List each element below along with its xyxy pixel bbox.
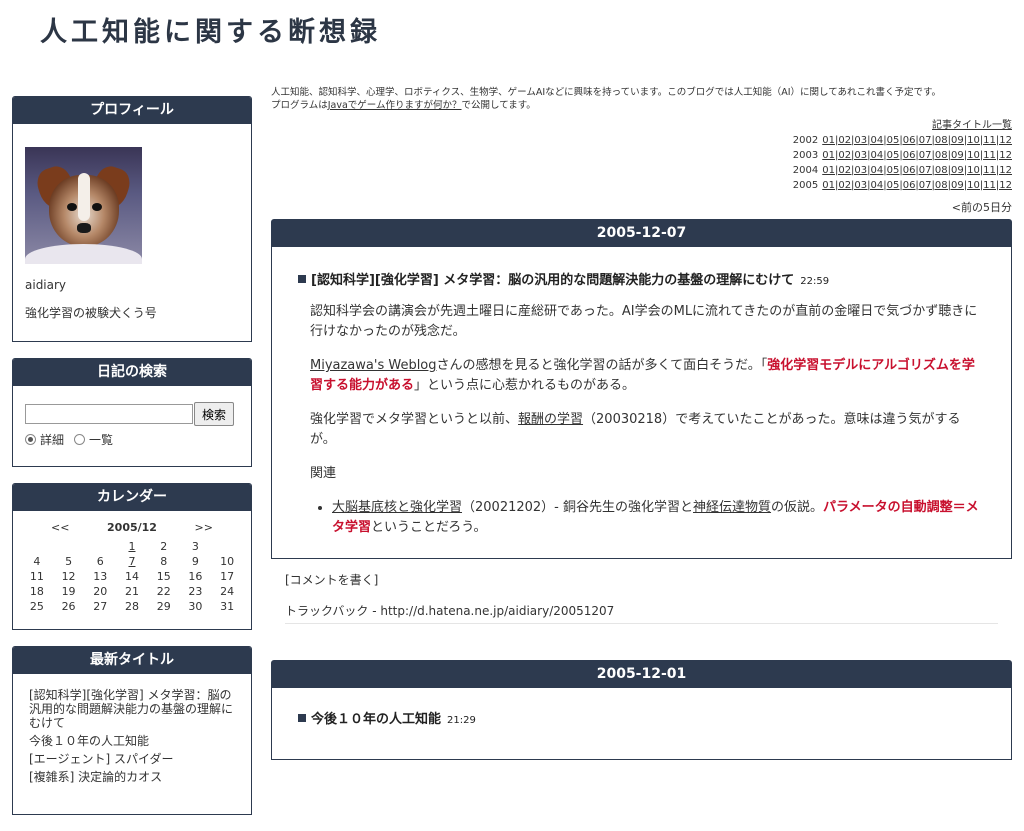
day-date[interactable]: 2005-12-07 [272,220,1011,247]
neurotransmitter-link[interactable]: 神経伝達物質 [693,500,771,515]
archive-year: 2002 [792,135,819,146]
profile-heading: プロフィール [13,97,251,124]
calendar-day: 20 [93,585,108,598]
calendar-day: 15 [156,570,171,583]
profile-description: 強化学習の被験犬くう号 [25,306,157,320]
entry-paragraph: 関連 [310,466,337,481]
calendar-day: 29 [156,600,171,613]
square-bullet-icon [298,714,306,722]
entry-paragraph: 強化学習でメタ学習というと以前、報酬の学習（20030218）で考えていたことが… [310,412,961,447]
entry-paragraph: 認知科学会の講演会が先週土曜日に産総研であった。AI学会のMLに流れてきたのが直… [310,304,978,339]
archive-nav: 記事タイトル一覧 2002 01|02|03|04|05|06|07|08|09|… [271,118,1012,193]
calendar-day: 10 [220,555,235,568]
recent-title-link[interactable]: 今後１０年の人工知能 [29,734,235,748]
calendar-day-1[interactable]: 1 [116,540,148,553]
calendar-day: 19 [61,585,76,598]
miyazawa-weblog-link[interactable]: Miyazawa's Weblog [310,358,437,373]
sidebar: プロフィール aidiary 強化学習の被験犬くう号 日記の検索 検索 詳細 一… [12,96,252,831]
calendar-grid: 1 2 3 4 5 6 7 8 9 10 11 12 13 14 15 16 1… [21,540,243,613]
archive-months[interactable]: 01|02|03|04|05|06|07|08|09|10|11|12 [822,150,1012,161]
entry-title: 今後１０年の人工知能 21:29 [298,708,981,727]
recent-titles-box: 最新タイトル [認知科学][強化学習] メタ学習：脳の汎用的な問題解決能力の基盤… [12,646,252,815]
entry-title: [認知科学][強化学習] メタ学習：脳の汎用的な問題解決能力の基盤の理解にむけて… [298,269,981,288]
archive-months[interactable]: 01|02|03|04|05|06|07|08|09|10|11|12 [822,165,1012,176]
archive-year: 2005 [792,180,819,191]
calendar-day: 3 [191,540,199,553]
calendar-day: 9 [191,555,199,568]
calendar-day: 25 [29,600,44,613]
recent-title-link[interactable]: [複雑系] 決定論的カオス [29,770,235,784]
calendar-box: カレンダー << 2005/12 >> 1 2 3 4 5 6 7 8 9 10… [12,483,252,630]
intro-line: 人工知能、認知科学、心理学、ロボティクス、生物学、ゲームAIなどに興味を持ってい… [271,87,942,98]
search-button[interactable]: 検索 [194,402,235,426]
related-list: 大脳基底核と強化学習（20021202）- 銅谷先生の強化学習と神経伝達物質の仮… [310,498,981,538]
calendar-day: 6 [96,555,104,568]
calendar-day: 17 [220,570,235,583]
calendar-day: 27 [93,600,108,613]
calendar-day: 16 [188,570,203,583]
calendar-day: 24 [220,585,235,598]
archive-year: 2003 [792,150,819,161]
profile-name[interactable]: aidiary [25,278,239,292]
calendar-prev-link[interactable]: << [51,521,69,534]
calendar-day-7[interactable]: 7 [116,555,148,568]
basal-ganglia-link[interactable]: 大脳基底核と強化学習 [332,500,462,515]
reward-learning-link[interactable]: 報酬の学習 [518,412,583,427]
search-input[interactable] [25,404,193,424]
radio-list[interactable] [74,434,86,445]
day-section-2: 2005-12-01 今後１０年の人工知能 21:29 [271,660,1012,760]
archive-title-link[interactable]: 記事タイトル一覧 [932,120,1012,131]
calendar-day: 18 [29,585,44,598]
entry-time[interactable]: 21:29 [447,715,476,726]
radio-list-label: 一覧 [89,433,114,447]
calendar-day: 13 [93,570,108,583]
calendar-day: 4 [33,555,41,568]
calendar-month: 2005/12 [107,521,157,534]
trackback: トラックバック - http://d.hatena.ne.jp/aidiary/… [285,602,998,624]
blog-intro: 人工知能、認知科学、心理学、ロボティクス、生物学、ゲームAIなどに興味を持ってい… [271,86,1012,112]
day-date[interactable]: 2005-12-01 [272,661,1011,688]
entry-time[interactable]: 22:59 [800,276,829,287]
archive-months[interactable]: 01|02|03|04|05|06|07|08|09|10|11|12 [822,180,1012,191]
entry-paragraph: Miyazawa's Weblogさんの感想を見ると強化学習の話が多くて面白そう… [310,358,975,393]
recent-title-link[interactable]: [認知科学][強化学習] メタ学習：脳の汎用的な問題解決能力の基盤の理解にむけて [29,688,235,730]
prev-days-link[interactable]: <前の5日分 [952,201,1012,214]
search-heading: 日記の検索 [13,359,251,386]
write-comment-link[interactable]: [コメントを書く] [285,573,378,587]
calendar-next-link[interactable]: >> [195,521,213,534]
day-section-1: 2005-12-07 [認知科学][強化学習] メタ学習：脳の汎用的な問題解決能… [271,219,1012,559]
calendar-day: 11 [29,570,44,583]
calendar-day: 28 [124,600,139,613]
site-title[interactable]: 人工知能に関する断想録 [40,10,381,49]
calendar-day: 22 [156,585,171,598]
intro-line-2: プログラムはJavaでゲーム作りますが何か？で公開してます。 [271,100,536,111]
calendar-heading: カレンダー [13,484,251,511]
calendar-day: 5 [65,555,73,568]
archive-months[interactable]: 01|02|03|04|05|06|07|08|09|10|11|12 [822,135,1012,146]
calendar-day: 21 [124,585,139,598]
calendar-day: 14 [124,570,139,583]
radio-detail-label: 詳細 [40,433,65,447]
search-box: 日記の検索 検索 詳細 一覧 [12,358,252,467]
profile-box: プロフィール aidiary 強化学習の被験犬くう号 [12,96,252,342]
list-item: 大脳基底核と強化学習（20021202）- 銅谷先生の強化学習と神経伝達物質の仮… [332,498,981,538]
calendar-day: 12 [61,570,76,583]
radio-detail[interactable] [25,434,36,445]
square-bullet-icon [298,275,306,283]
avatar[interactable] [25,147,142,264]
recent-title-link[interactable]: [エージェント] スパイダー [29,752,235,766]
calendar-day: 31 [220,600,235,613]
main-content: 人工知能、認知科学、心理学、ロボティクス、生物学、ゲームAIなどに興味を持ってい… [271,86,1012,760]
calendar-day: 8 [160,555,168,568]
intro-link[interactable]: Javaでゲーム作りますが何か？ [328,100,462,111]
calendar-day: 23 [188,585,203,598]
archive-year: 2004 [792,165,819,176]
calendar-day: 26 [61,600,76,613]
entry-footer: [コメントを書く] トラックバック - http://d.hatena.ne.j… [271,559,1012,624]
calendar-day: 2 [160,540,168,553]
calendar-day: 30 [188,600,203,613]
recent-titles-heading: 最新タイトル [13,647,251,674]
